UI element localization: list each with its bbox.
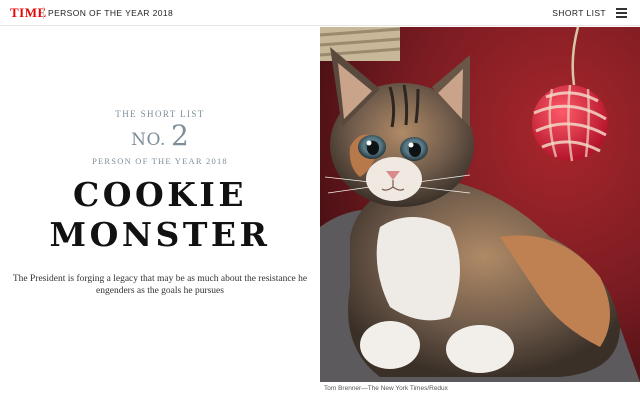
article-intro: THE SHORT LIST NO. 2 PERSON OF THE YEAR … [0,27,320,400]
headline-line-1: COOKIE [72,175,248,214]
photo-credit: Tom Brenner—The New York Times/Redux [324,385,448,392]
menu-bar-bottom [616,16,627,18]
article-dek: The President is forging a legacy that m… [12,274,308,296]
top-navigation-bar: TIME PERSON OF THE YEAR 2018 SHORT LIST [0,0,640,26]
headline-line-2: MONSTER [49,215,271,254]
rank-label: NO. 2 [0,119,320,157]
rank-number: 2 [171,119,189,152]
time-logo[interactable]: TIME [10,6,47,20]
hero-photo [320,27,640,382]
short-list-link[interactable]: SHORT LIST [552,8,606,18]
kitten-paw-right [446,325,514,373]
page-title: COOKIE MONSTER [0,175,320,255]
hamburger-menu-icon[interactable] [616,8,627,18]
menu-bar-top [616,8,627,10]
section-title[interactable]: PERSON OF THE YEAR 2018 [48,8,173,18]
rank-prefix: NO. [131,130,166,150]
menu-bar-middle [616,12,627,14]
kitten-photo-illustration [320,27,640,382]
kitten-paw-left [360,321,420,369]
person-of-year-subtitle: PERSON OF THE YEAR 2018 [92,156,228,166]
header-divider [43,7,44,19]
